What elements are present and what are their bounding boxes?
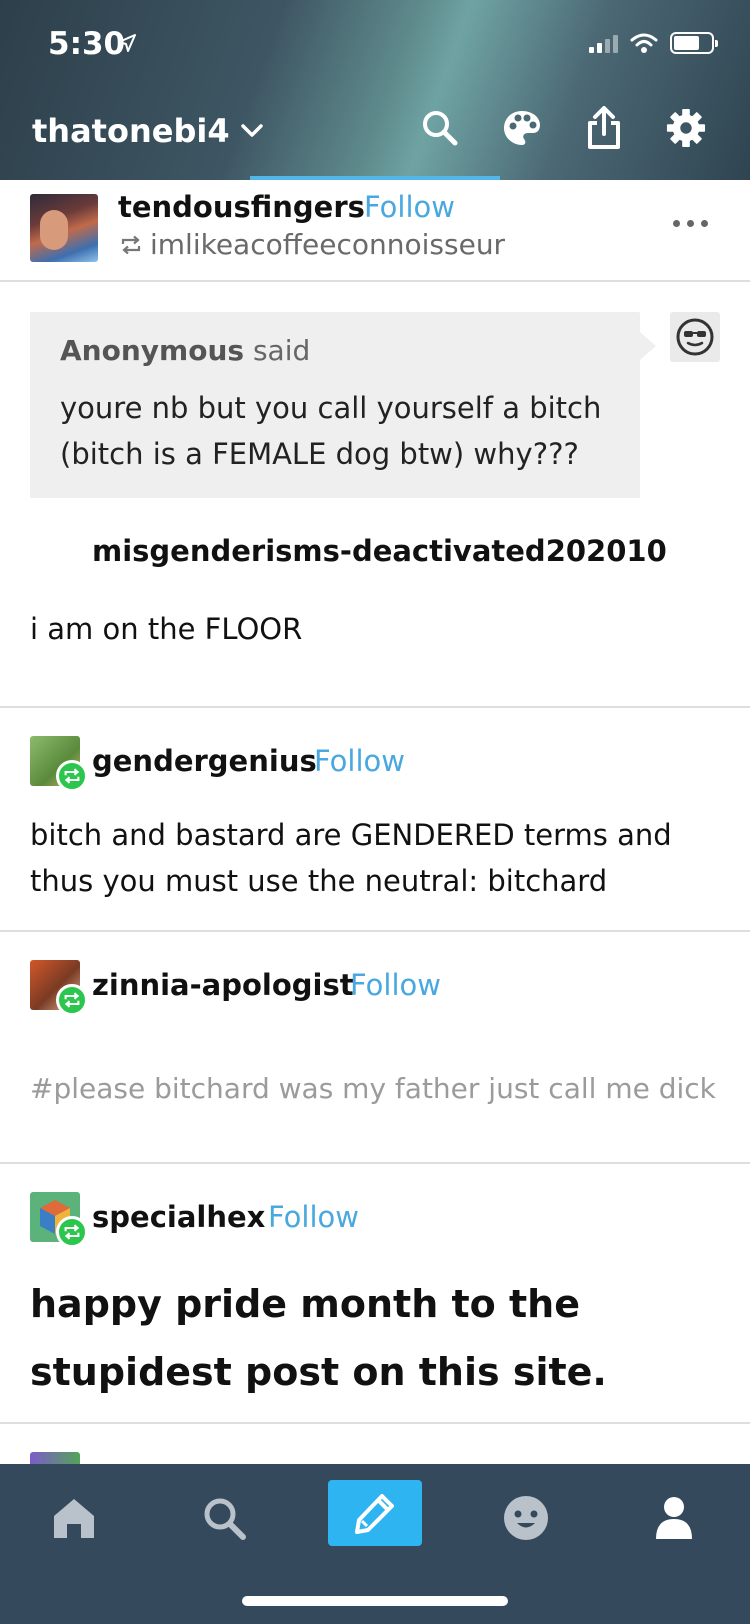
- post-tags[interactable]: #please bitchard was my father just call…: [30, 1072, 716, 1105]
- palette-icon[interactable]: [502, 108, 542, 148]
- avatar[interactable]: [30, 194, 98, 262]
- reblog-badge-icon: [56, 984, 88, 1016]
- divider: [0, 1162, 750, 1164]
- anonymous-sunglasses-icon: [676, 318, 714, 356]
- status-time: 5:30: [48, 26, 126, 62]
- location-arrow-icon: [118, 34, 136, 52]
- search-icon[interactable]: [420, 108, 460, 148]
- trail-username[interactable]: gendergenius: [92, 744, 317, 778]
- more-options-icon[interactable]: [673, 220, 708, 227]
- follow-button[interactable]: Follow: [268, 1200, 359, 1234]
- status-indicators: [589, 32, 718, 54]
- answer-text: i am on the FLOOR: [30, 612, 303, 646]
- reblogged-from[interactable]: imlikeacoffeeconnoisseur: [120, 228, 505, 261]
- follow-button[interactable]: Follow: [314, 744, 405, 778]
- search-icon[interactable]: [194, 1488, 254, 1548]
- post-username[interactable]: tendousfingers: [118, 190, 365, 224]
- post-header: tendousfingers Follow imlikeacoffeeconno…: [0, 180, 750, 282]
- follow-button[interactable]: Follow: [350, 968, 441, 1002]
- compose-button[interactable]: [328, 1480, 422, 1546]
- reblogged-from-username: imlikeacoffeeconnoisseur: [150, 228, 506, 261]
- activity-icon[interactable]: [496, 1488, 556, 1548]
- asker-name: Anonymous: [60, 334, 245, 367]
- ask-question: youre nb but you call yourself a bitch (…: [60, 391, 602, 471]
- signal-icon: [589, 33, 618, 53]
- gear-icon[interactable]: [666, 108, 706, 148]
- top-header: 5:30 thatonebi4: [0, 0, 750, 180]
- blog-name: thatonebi4: [32, 112, 230, 150]
- trail-text: bitch and bastard are GENDERED terms and…: [30, 818, 672, 898]
- battery-icon: [670, 32, 718, 54]
- anonymous-avatar: [670, 312, 720, 362]
- home-indicator[interactable]: [242, 1596, 508, 1606]
- compose-icon: [355, 1494, 394, 1534]
- share-icon[interactable]: [584, 106, 624, 149]
- reblog-icon: [121, 235, 141, 254]
- reblog-badge-icon: [56, 760, 88, 792]
- divider: [0, 706, 750, 708]
- trail-username[interactable]: specialhex: [92, 1200, 265, 1234]
- divider: [0, 1422, 750, 1424]
- header-actions: [420, 106, 706, 149]
- reblog-badge-icon: [56, 1216, 88, 1248]
- home-icon[interactable]: [44, 1488, 104, 1548]
- ask-header: Anonymous said: [60, 334, 610, 367]
- divider: [0, 930, 750, 932]
- follow-button[interactable]: Follow: [364, 190, 455, 224]
- wifi-icon: [630, 33, 658, 53]
- chevron-down-icon: [240, 124, 263, 137]
- answerer-username[interactable]: misgenderisms-deactivated202010: [92, 534, 667, 568]
- bottom-tab-bar: [0, 1464, 750, 1624]
- ask-bubble: Anonymous said youre nb but you call you…: [30, 312, 656, 498]
- blog-switcher[interactable]: thatonebi4: [32, 112, 264, 150]
- trail-text-large: happy pride month to the stupidest post …: [30, 1282, 607, 1394]
- ask-said: said: [252, 334, 311, 367]
- trail-username[interactable]: zinnia-apologist: [92, 968, 354, 1002]
- account-icon[interactable]: [644, 1488, 704, 1548]
